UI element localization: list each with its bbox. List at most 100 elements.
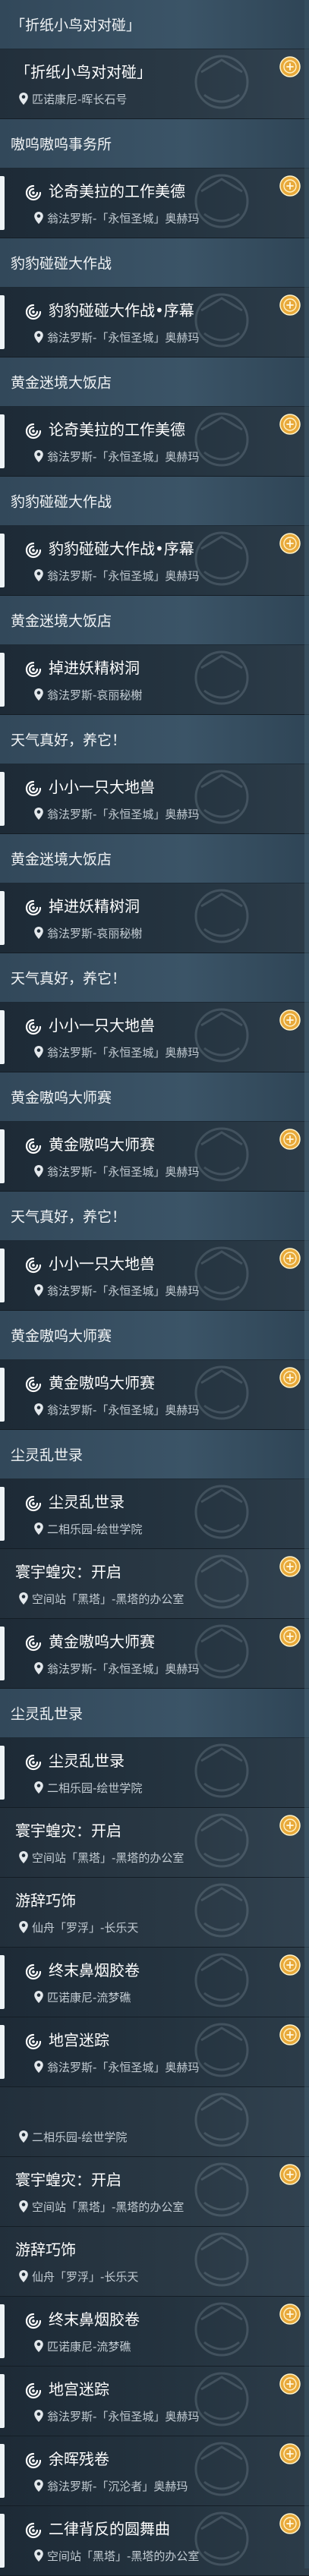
quest-item[interactable]: 小小一只大地兽 翁法罗斯-「永恒圣城」奥赫玛 xyxy=(0,1003,309,1072)
location-pin-icon xyxy=(33,1045,44,1059)
quest-group-header[interactable]: 嗷呜嗷呜事务所 xyxy=(0,119,309,168)
quest-item[interactable]: 黄金嗷呜大师赛 翁法罗斯-「永恒圣城」奥赫玛 xyxy=(0,1122,309,1192)
location-pin-icon xyxy=(18,92,29,105)
quest-item[interactable]: 掉进妖精树洞 翁法罗斯-哀丽秘榭 xyxy=(0,645,309,715)
background-emblem xyxy=(165,2436,279,2505)
location-pin-icon xyxy=(33,2479,44,2493)
group-title: 嗷呜嗷呜事务所 xyxy=(11,136,112,153)
quest-item[interactable]: 游辞巧饰 仙舟「罗浮」-长乐天 xyxy=(0,2227,309,2297)
quest-group-header[interactable]: 尘灵乱世录 xyxy=(0,1430,309,1479)
quest-group-header[interactable]: 黄金迷境大饭店 xyxy=(0,596,309,645)
reward-badge-icon xyxy=(279,2023,301,2046)
group-title: 尘灵乱世录 xyxy=(11,1447,84,1464)
reward-badge-icon xyxy=(279,1009,301,1031)
quest-item[interactable]: 「折纸小鸟对对碰」 匹诺康尼-晖长石号 xyxy=(0,49,309,119)
quest-group-header[interactable]: 天气真好，养它！ xyxy=(0,1192,309,1241)
selection-bar xyxy=(0,1955,5,2009)
quest-item[interactable]: 黄金嗷呜大师赛翁法罗斯-「永恒圣城」奥赫玛 xyxy=(0,1619,309,1689)
reward-badge-icon xyxy=(279,1555,301,1578)
group-title: 天气真好，养它！ xyxy=(11,1208,127,1226)
quest-location: 翁法罗斯-「沉沦者」奥赫玛 xyxy=(47,2480,188,2493)
reward-badge-icon xyxy=(279,413,301,436)
reward-badge-icon xyxy=(279,1128,301,1151)
quest-item[interactable]: 寰宇蝗灾：开启 空间站「黑塔」-黑塔的办公室 xyxy=(0,2157,309,2227)
quest-location: 仙舟「罗浮」-长乐天 xyxy=(32,2270,139,2284)
reward-badge-icon xyxy=(279,1625,301,1648)
reward-badge-icon xyxy=(279,2512,301,2535)
location-pin-icon xyxy=(33,807,44,820)
quest-item[interactable]: 寰宇蝗灾：开启 空间站「黑塔」-黑塔的办公室 xyxy=(0,1808,309,1878)
quest-item[interactable]: 寰宇蝗灾：开启 空间站「黑塔」-黑塔的办公室 xyxy=(0,1549,309,1619)
swirl-icon xyxy=(24,2312,43,2330)
quest-group-header[interactable]: 天气真好，养它！ xyxy=(0,715,309,764)
reward-badge-icon xyxy=(279,1366,301,1389)
swirl-icon xyxy=(24,2033,43,2051)
quest-location: 二相乐园-绘世学院 xyxy=(47,1523,143,1536)
quest-item[interactable]: 论奇美拉的工作美德 翁法罗斯-「永恒圣城」奥赫玛 xyxy=(0,168,309,238)
background-emblem xyxy=(165,883,279,953)
quest-group-header[interactable]: 黄金嗷呜大师赛 xyxy=(0,1072,309,1122)
quest-item[interactable]: 地宫迷踪 翁法罗斯-「永恒圣城」奥赫玛 xyxy=(0,2017,309,2087)
quest-item[interactable]: 黄金嗷呜大师赛 翁法罗斯-「永恒圣城」奥赫玛 xyxy=(0,1360,309,1430)
swirl-icon xyxy=(24,1256,43,1274)
quest-group-header[interactable]: 豹豹碰碰大作战 xyxy=(0,477,309,526)
background-emblem xyxy=(165,2017,279,2086)
location-pin-icon xyxy=(33,2549,44,2562)
background-emblem xyxy=(165,2157,279,2226)
swirl-icon xyxy=(24,1963,43,1981)
quest-item[interactable]: 余晖残卷 翁法罗斯-「沉沦者」奥赫玛 xyxy=(0,2436,309,2506)
quest-item[interactable]: 豹豹碰碰大作战•序幕 翁法罗斯-「永恒圣城」奥赫玛 xyxy=(0,526,309,596)
group-title: 黄金迷境大饭店 xyxy=(11,851,112,868)
quest-location: 翁法罗斯-「永恒圣城」奥赫玛 xyxy=(47,331,200,345)
quest-item[interactable]: 终末鼻烟胶卷 匹诺康尼-流梦礁 xyxy=(0,2297,309,2367)
quest-group-header[interactable]: 「折纸小鸟对对碰」 xyxy=(0,0,309,49)
quest-title: 游辞巧饰 xyxy=(15,1891,76,1910)
background-emblem xyxy=(165,1241,279,1310)
swirl-icon xyxy=(24,303,43,321)
swirl-icon xyxy=(24,2452,43,2470)
quest-group-header[interactable]: 黄金迷境大饭店 xyxy=(0,357,309,407)
quest-group-header[interactable]: 尘灵乱世录 xyxy=(0,1689,309,1738)
location-pin-icon xyxy=(33,568,44,582)
quest-item[interactable]: 论奇美拉的工作美德 翁法罗斯-「永恒圣城」奥赫玛 xyxy=(0,407,309,477)
swirl-icon xyxy=(24,1634,43,1652)
background-emblem xyxy=(165,1619,279,1688)
quest-item[interactable]: 地宫迷踪 翁法罗斯-「永恒圣城」奥赫玛 xyxy=(0,2367,309,2436)
background-emblem xyxy=(165,2297,279,2366)
quest-group-header[interactable]: 天气真好，养它！ xyxy=(0,953,309,1003)
background-emblem xyxy=(165,1360,279,1429)
location-pin-icon xyxy=(33,330,44,344)
reward-badge-icon xyxy=(279,2442,301,2465)
quest-item[interactable]: 掉进妖精树洞 翁法罗斯-哀丽秘榭 xyxy=(0,883,309,953)
quest-group-header[interactable]: 豹豹碰碰大作战 xyxy=(0,238,309,288)
quest-item[interactable]: 豹豹碰碰大作战•序幕翁法罗斯-「永恒圣城」奥赫玛 xyxy=(0,288,309,357)
quest-title: 小小一只大地兽 xyxy=(49,1255,155,1273)
quest-location: 二相乐园-绘世学院 xyxy=(32,2130,128,2144)
quest-group-header[interactable]: 黄金嗷呜大师赛 xyxy=(0,1311,309,1360)
quest-item[interactable]: 小小一只大地兽 翁法罗斯-「永恒圣城」奥赫玛 xyxy=(0,764,309,834)
quest-list: 「折纸小鸟对对碰」 「折纸小鸟对对碰」 匹诺康尼-晖长石号嗷呜嗷呜事务所论奇美拉的工… xyxy=(0,0,309,2576)
background-emblem xyxy=(165,1738,279,1807)
quest-title: 黄金嗷呜大师赛 xyxy=(49,1633,155,1651)
selection-bar xyxy=(0,653,5,707)
quest-location: 匹诺康尼-流梦礁 xyxy=(47,1991,131,2004)
quest-location: 翁法罗斯-「永恒圣城」奥赫玛 xyxy=(47,1662,200,1676)
quest-title: 黄金嗷呜大师赛 xyxy=(49,1374,155,1392)
quest-location: 匹诺康尼-晖长石号 xyxy=(32,93,128,106)
quest-group-header[interactable]: 黄金迷境大饭店 xyxy=(0,834,309,883)
quest-item[interactable]: 终末鼻烟胶卷 匹诺康尼-流梦礁 xyxy=(0,1948,309,2017)
quest-item[interactable]: 尘灵乱世录 二相乐园-绘世学院 xyxy=(0,1479,309,1549)
quest-item[interactable]: 游辞巧饰 仙舟「罗浮」-长乐天 xyxy=(0,1878,309,1948)
quest-title: 豹豹碰碰大作战•序幕 xyxy=(49,301,194,320)
background-emblem xyxy=(165,49,279,118)
background-emblem xyxy=(165,2506,279,2575)
quest-item[interactable]: 小小一只大地兽 翁法罗斯-「永恒圣城」奥赫玛 xyxy=(0,1241,309,1311)
swirl-icon xyxy=(24,1753,43,1771)
selection-bar xyxy=(0,295,5,349)
quest-item[interactable]: 尘灵乱世录 二相乐园-绘世学院 xyxy=(0,1738,309,1808)
quest-location: 翁法罗斯-「永恒圣城」奥赫玛 xyxy=(47,450,200,464)
swirl-icon xyxy=(24,2382,43,2400)
quest-item[interactable]: 二律背反的圆舞曲 空间站「黑塔」-黑塔的办公室 xyxy=(0,2506,309,2576)
quest-item[interactable]: 二相乐园-绘世学院 xyxy=(0,2087,309,2157)
swirl-icon xyxy=(24,660,43,679)
